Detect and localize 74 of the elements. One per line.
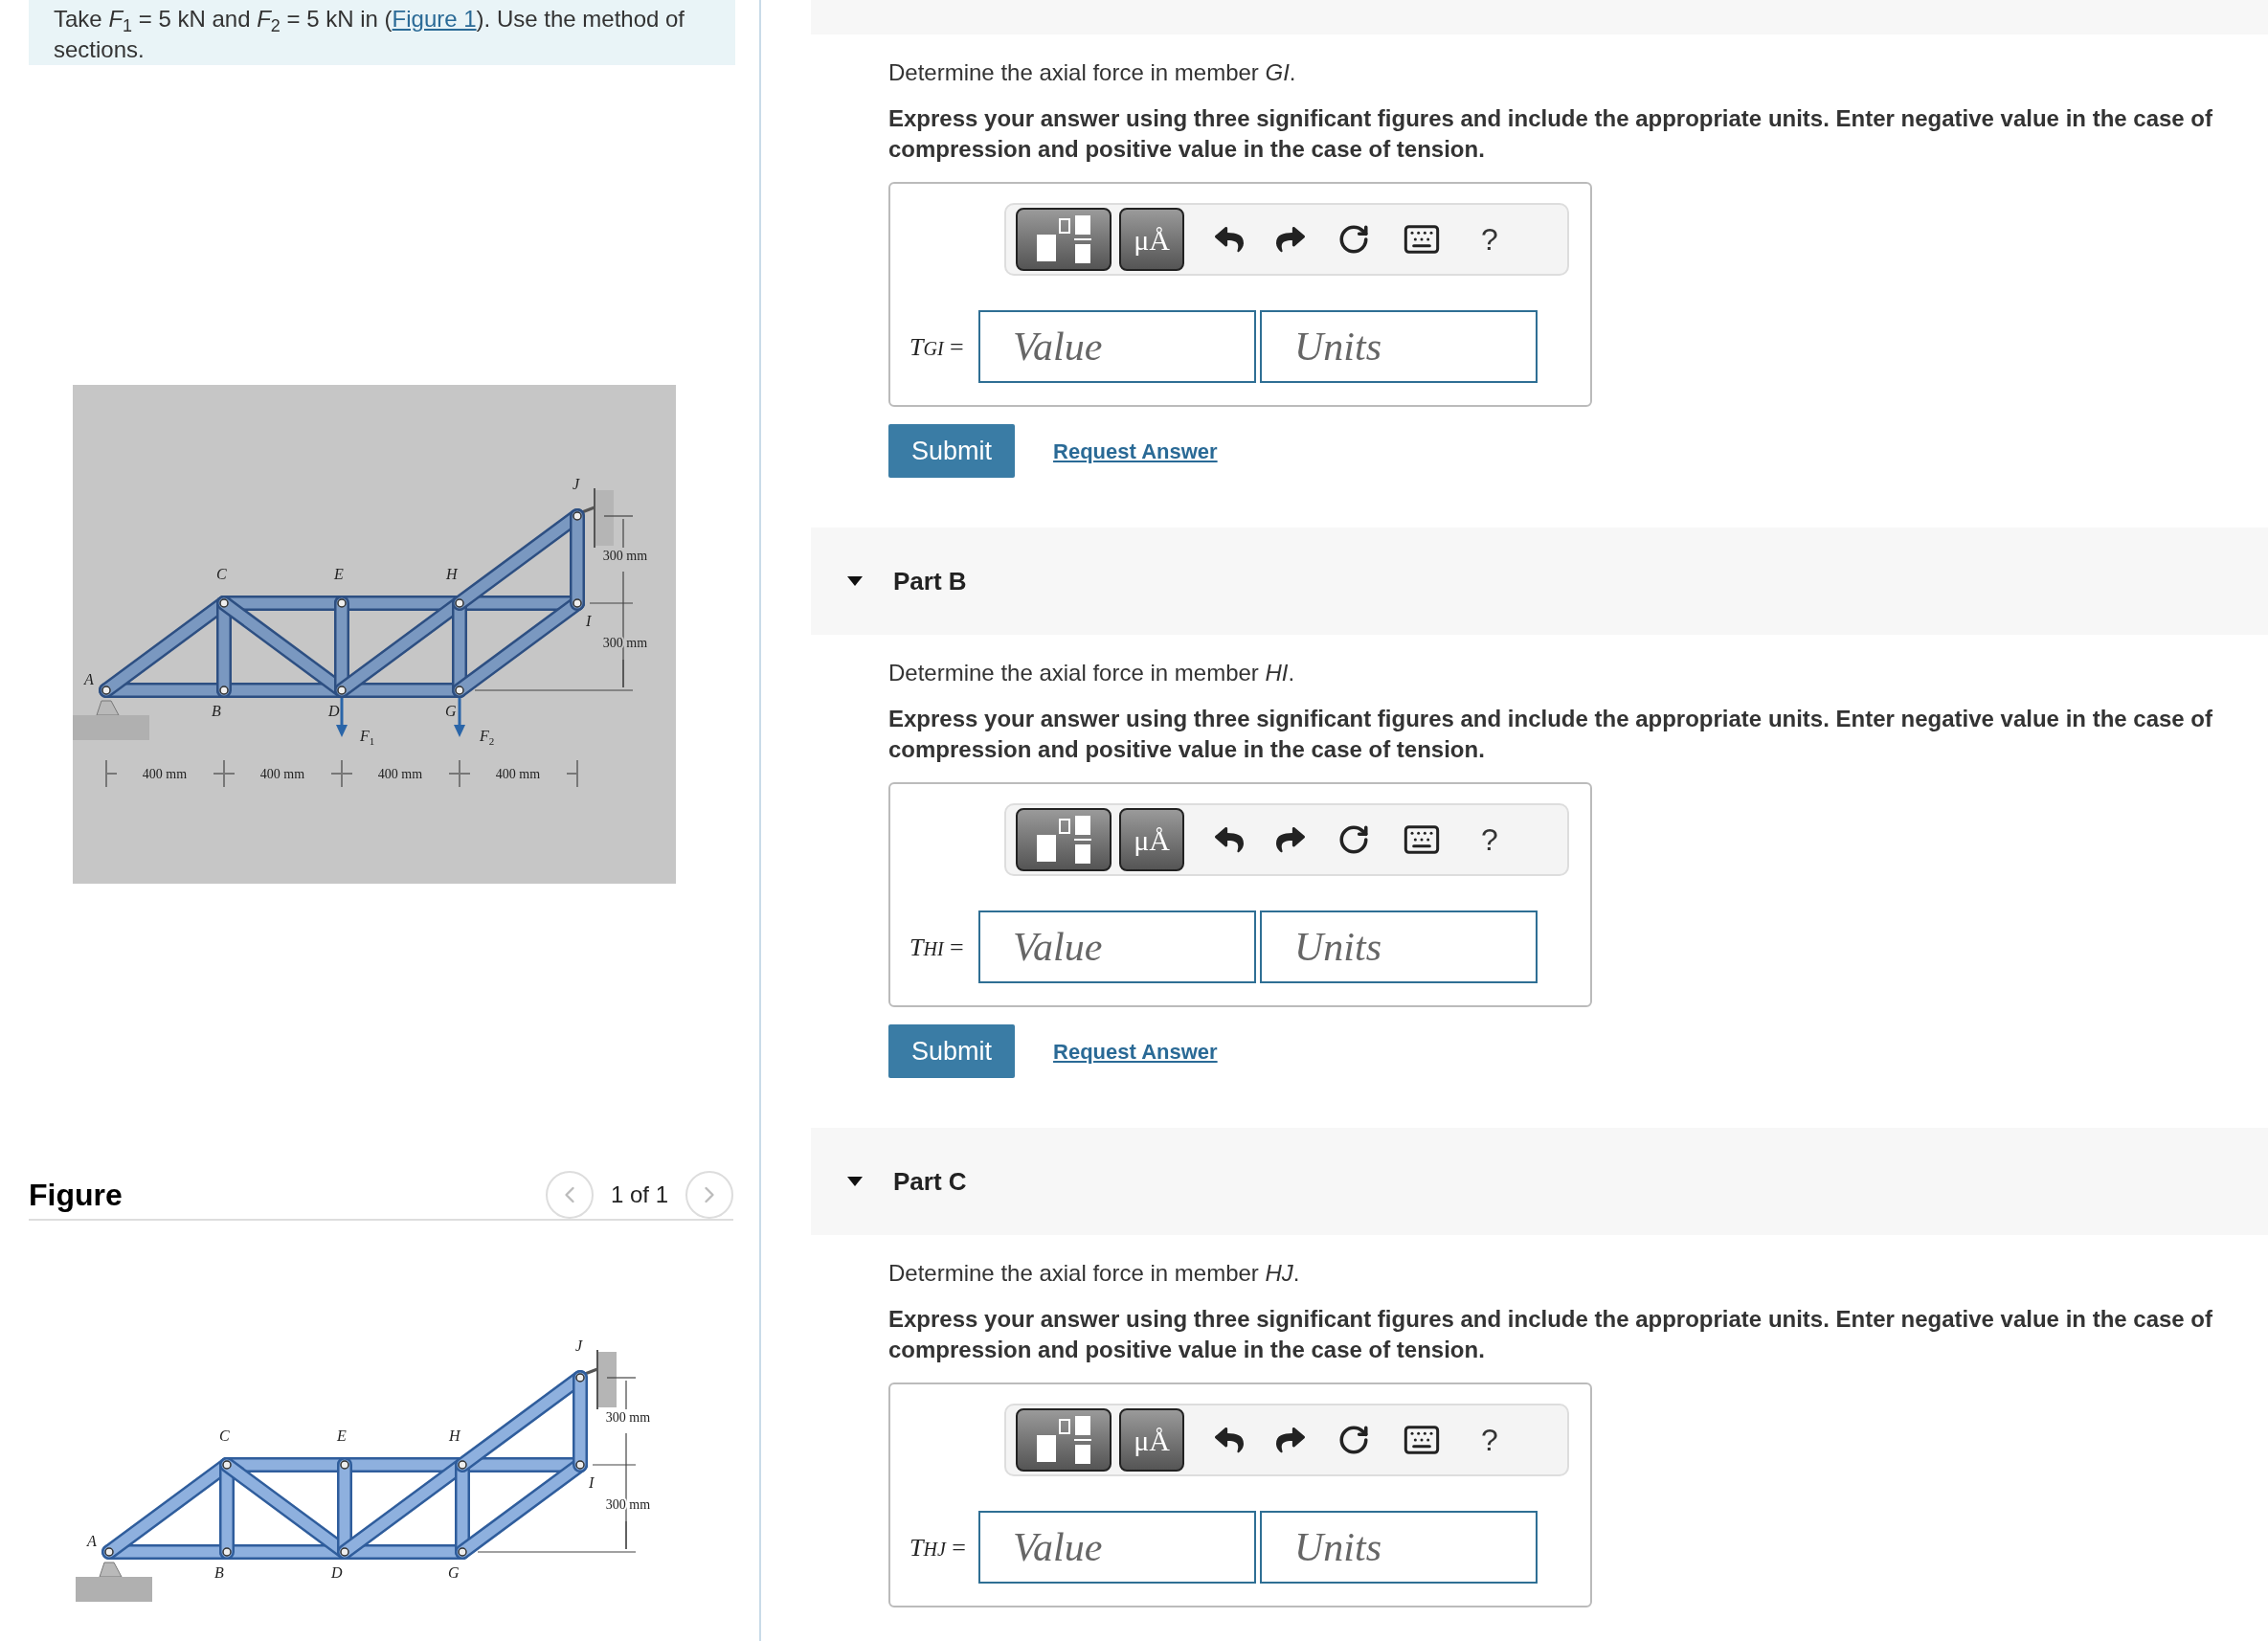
reset-icon[interactable] — [1337, 223, 1370, 256]
part-header[interactable]: Part C — [811, 1128, 2268, 1235]
force-label: F$_{1}$ — [360, 728, 375, 747]
value-field[interactable]: Value — [978, 1511, 1256, 1584]
answer-label: THI = — [909, 932, 965, 963]
units-field[interactable]: Units — [1260, 310, 1538, 383]
symbols-button[interactable]: μÅ — [1119, 208, 1184, 271]
help-button[interactable]: ? — [1473, 216, 1506, 262]
redo-icon[interactable] — [1276, 825, 1305, 854]
instruction-text: Express your answer using three significant figures and include the appropriate units. Enter negative value in the case of compression and positive value in the case of tension. — [888, 104, 2213, 164]
dimension-label: 300 mm — [602, 636, 648, 650]
templates-button[interactable] — [1016, 208, 1112, 271]
request-answer-link[interactable]: Request Answer — [1053, 435, 1218, 467]
symbols-button[interactable]: μÅ — [1119, 808, 1184, 871]
figure-title: Figure — [29, 1177, 123, 1214]
node-label: I — [586, 613, 592, 629]
request-answer-link[interactable]: Request Answer — [1053, 1035, 1218, 1068]
value-field[interactable]: Value — [978, 310, 1256, 383]
symbols-button[interactable]: μÅ — [1119, 1408, 1184, 1472]
units-field[interactable]: Units — [1260, 910, 1538, 983]
node-label: J — [573, 476, 580, 492]
node-label: B — [212, 703, 221, 719]
dimension-label: 300 mm — [602, 549, 648, 563]
templates-button[interactable] — [1016, 808, 1112, 871]
figure-link[interactable]: Figure 1 — [392, 6, 477, 32]
node-label: E — [337, 1427, 347, 1444]
dimension-label: 300 mm — [605, 1410, 651, 1425]
node-label: A — [84, 671, 94, 687]
submit-button[interactable]: Submit — [888, 424, 1016, 478]
node-label: A — [87, 1533, 97, 1549]
part-title: Part C — [893, 1165, 967, 1198]
reset-icon[interactable] — [1337, 823, 1370, 856]
dimension-label: 400 mm — [142, 767, 188, 781]
dimension-label: 400 mm — [495, 767, 541, 781]
answer-label: THJ = — [909, 1532, 967, 1563]
node-label: I — [589, 1474, 595, 1491]
reset-icon[interactable] — [1337, 1424, 1370, 1456]
submit-button[interactable]: Submit — [888, 1024, 1016, 1078]
dimension-label: 400 mm — [377, 767, 423, 781]
problem-statement: Take F$_{1}$ = 5 kN and F$_{2}$ = 5 kN in (Figure 1). Use the method of sections. — [54, 5, 686, 64]
question-text: Determine the axial force in member HJ. — [888, 1259, 1301, 1288]
question-text: Determine the axial force in member GI. — [888, 58, 1297, 87]
node-label: H — [449, 1427, 460, 1444]
node-label: D — [331, 1564, 343, 1581]
node-label: D — [328, 703, 340, 719]
help-button[interactable]: ? — [1473, 817, 1506, 863]
page-counter: 1 of 1 — [610, 1180, 668, 1209]
undo-icon[interactable] — [1215, 825, 1244, 854]
part-header[interactable]: Part B — [811, 528, 2268, 635]
dimension-label: 400 mm — [259, 767, 305, 781]
instruction-text: Express your answer using three significant figures and include the appropriate units. Enter negative value in the case of compression and positive value in the case of tension. — [888, 705, 2213, 764]
force-label: F$_{2}$ — [480, 728, 495, 747]
node-label: J — [575, 1338, 583, 1354]
node-label: G — [445, 703, 457, 719]
node-label: E — [334, 566, 344, 582]
help-button[interactable]: ? — [1473, 1417, 1506, 1463]
force-arrow — [454, 698, 465, 737]
redo-icon[interactable] — [1276, 1426, 1305, 1454]
undo-icon[interactable] — [1215, 1426, 1244, 1454]
node-label: H — [446, 566, 458, 582]
node-label: G — [448, 1564, 460, 1581]
answer-label: TGI = — [909, 331, 965, 363]
templates-button[interactable] — [1016, 1408, 1112, 1472]
redo-icon[interactable] — [1276, 225, 1305, 254]
part-title: Part B — [893, 565, 967, 597]
instruction-text: Express your answer using three significant figures and include the appropriate units. Enter negative value in the case of compression and positive value in the case of tension. — [888, 1305, 2213, 1364]
node-label: C — [219, 1427, 230, 1444]
units-field[interactable]: Units — [1260, 1511, 1538, 1584]
node-label: C — [216, 566, 227, 582]
dimension-label: 300 mm — [605, 1497, 651, 1512]
question-text: Determine the axial force in member HI. — [888, 659, 1296, 687]
value-field[interactable]: Value — [978, 910, 1256, 983]
node-label: B — [214, 1564, 224, 1581]
undo-icon[interactable] — [1215, 225, 1244, 254]
